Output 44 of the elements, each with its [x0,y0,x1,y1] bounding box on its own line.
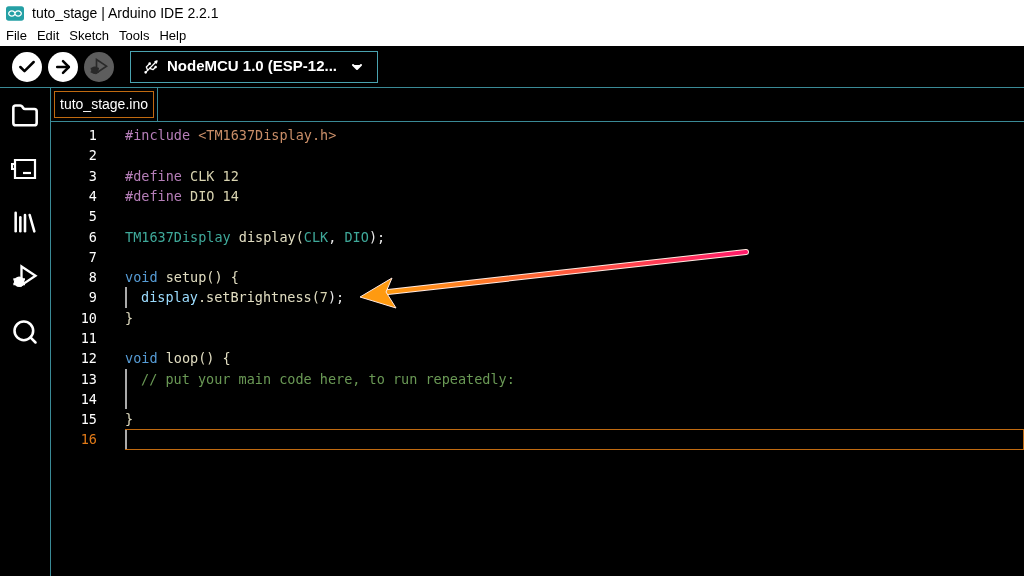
line-number: 5 [87,207,97,227]
line-number: 10 [79,308,97,328]
menu-item[interactable]: Edit [36,26,60,46]
code-line: #define DIO 14 [125,186,239,206]
line-number: 13 [79,369,97,389]
line-number: 8 [87,268,97,288]
code-line: #include <TM1637Display.h> [125,126,337,145]
line-number: 11 [79,329,97,348]
code-comment: // put your main code here, to run repeatedly: [141,369,515,389]
debug-icon [89,56,109,77]
line-number: 2 [87,146,97,166]
line-number: 16 [79,430,97,450]
board-icon [11,157,39,181]
line-number: 14 [79,389,97,409]
line-number: 15 [79,410,97,430]
code-line: void setup() { [125,268,239,288]
menu-item[interactable]: File [6,26,27,46]
line-number: 12 [79,349,97,369]
window-title: tuto_stage | Arduino IDE 2.2.1 [32,3,219,23]
library-icon[interactable] [11,208,39,236]
line-number: 4 [87,186,97,206]
usb-icon [143,58,159,75]
code-line: } [125,308,134,328]
app-logo-icon [6,5,24,21]
search-icon[interactable] [11,318,39,346]
menu-item[interactable]: Tools [119,26,150,46]
folder-icon[interactable] [11,102,39,130]
code-line: void loop() { [125,349,231,369]
verify-button[interactable] [12,51,42,82]
menu-item[interactable]: Sketch [69,26,110,46]
code-line: #define CLK 12 [125,166,239,186]
menu-item[interactable]: Help [159,26,187,46]
line-number: 3 [87,166,97,186]
board-manager-icon[interactable] [11,157,39,181]
line-number: 6 [87,227,97,247]
line-number: 7 [87,247,97,267]
line-number: 9 [87,288,97,308]
code-line: display.setBrightness(7); [141,288,345,308]
board-selector[interactable]: NodeMCU 1.0 (ESP-12... [130,50,378,83]
file-tab[interactable]: tuto_stage.ino [54,91,154,118]
upload-button[interactable] [48,51,78,82]
code-line: TM1637Display display(CLK, DIO); [125,227,386,247]
code-line: } [125,410,134,430]
line-number: 1 [87,126,97,145]
